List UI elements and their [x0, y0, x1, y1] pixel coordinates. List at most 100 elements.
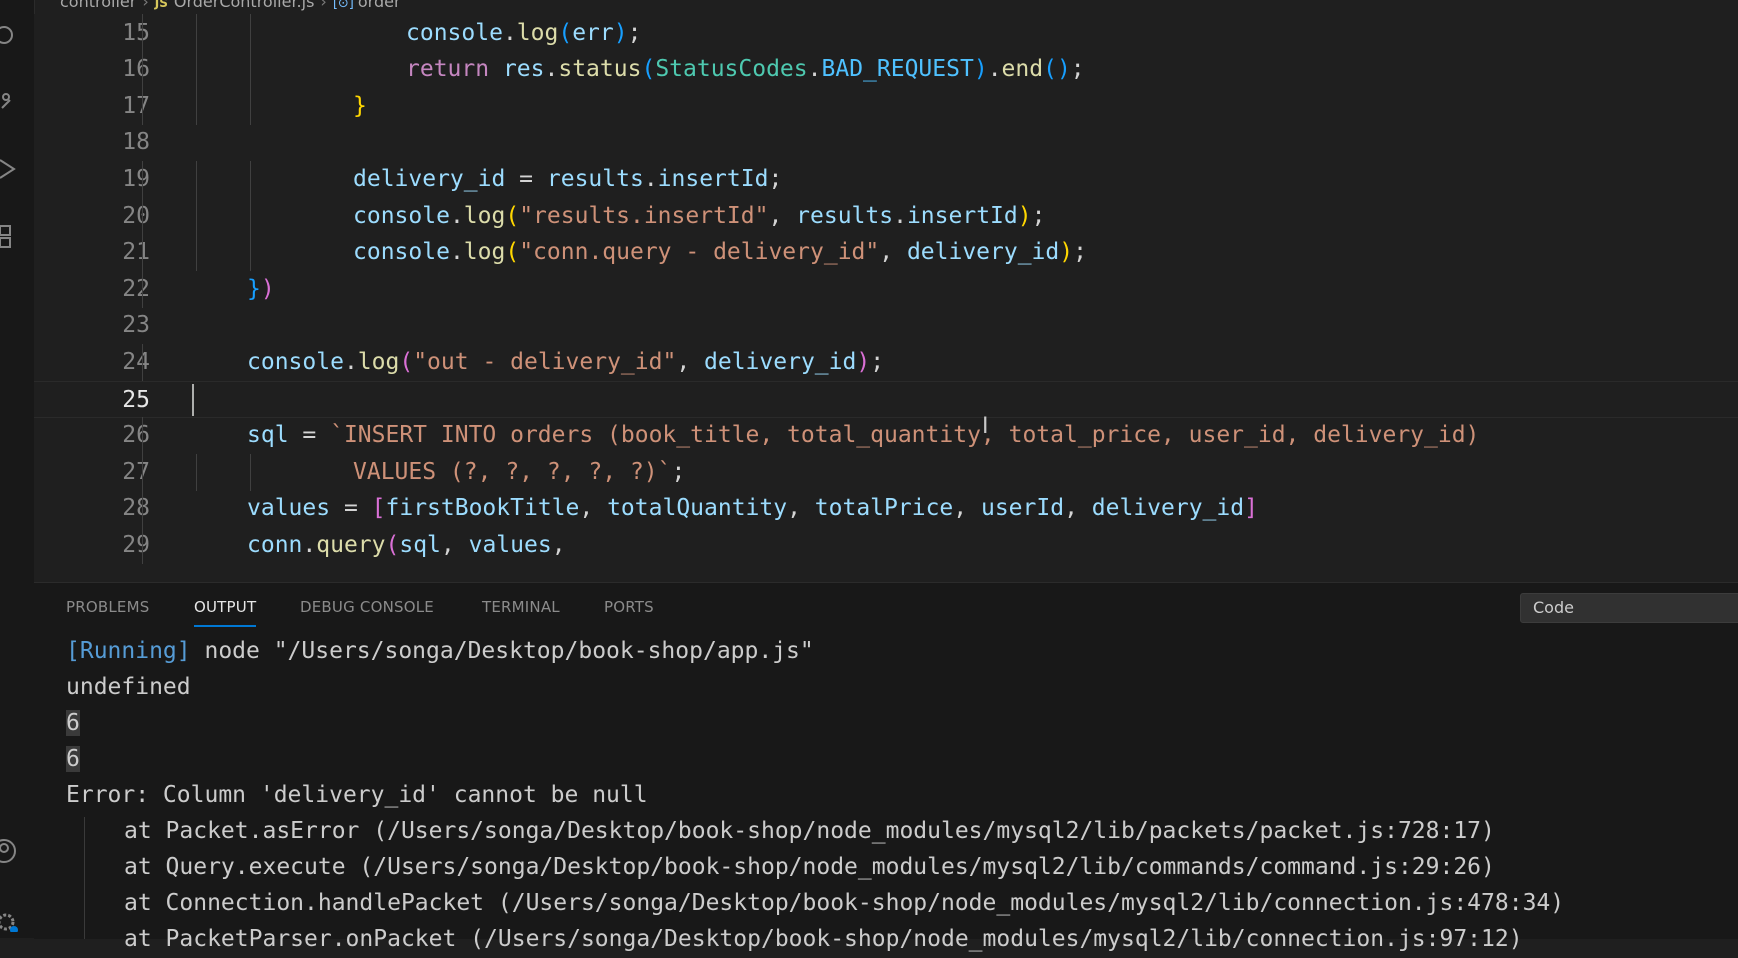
- line-number: 15: [122, 19, 150, 46]
- indent-guide: [142, 51, 143, 89]
- indent-guide: [142, 197, 143, 235]
- search-icon[interactable]: [0, 22, 22, 48]
- line-number: 26: [122, 422, 150, 449]
- code-line[interactable]: 18: [34, 124, 1738, 161]
- indent-guide: [250, 161, 251, 198]
- extensions-icon[interactable]: [0, 224, 22, 250]
- source-control-icon[interactable]: [0, 88, 22, 114]
- line-number: 16: [122, 56, 150, 83]
- text-cursor-icon: I: [982, 414, 989, 439]
- stack-trace-line: at PacketParser.onPacket (/Users/songa/D…: [124, 926, 1523, 952]
- stack-trace-line: at Query.execute (/Users/songa/Desktop/b…: [124, 854, 1495, 880]
- code-text: values = [firstBookTitle, totalQuantity,…: [247, 495, 1258, 522]
- text-cursor: [192, 383, 194, 416]
- activity-bar: [0, 0, 35, 938]
- settings-icon[interactable]: [0, 906, 22, 932]
- account-icon[interactable]: [0, 838, 22, 864]
- tab-output[interactable]: OUTPUT: [194, 583, 257, 631]
- indent-guide: [250, 197, 251, 235]
- indent-guide: [196, 14, 197, 52]
- line-number: 20: [122, 202, 150, 229]
- tab-debug-console[interactable]: DEBUG CONSOLE: [300, 583, 434, 631]
- indent-guide: [250, 87, 251, 125]
- indent-guide: [142, 417, 143, 455]
- panel-tab-bar: PROBLEMS OUTPUT DEBUG CONSOLE TERMINAL P…: [34, 583, 1738, 631]
- indent-guide: [142, 527, 143, 564]
- code-line[interactable]: 24 console.log("out - delivery_id", deliv…: [34, 344, 1738, 381]
- code-text: console.log("out - delivery_id", deliver…: [247, 349, 885, 375]
- stack-trace-line: at Connection.handlePacket (/Users/songa…: [124, 890, 1565, 916]
- code-line[interactable]: 19 delivery_id = results.insertId;: [34, 161, 1738, 198]
- breadcrumb-folder[interactable]: controller: [60, 0, 136, 11]
- output-undefined-line: undefined: [66, 674, 191, 700]
- code-line[interactable]: 16 return res.status(StatusCodes.BAD_REQU…: [34, 51, 1738, 89]
- code-line[interactable]: 28 values = [firstBookTitle, totalQuantit…: [34, 490, 1738, 528]
- code-text: delivery_id = results.insertId;: [353, 166, 783, 192]
- bottom-panel: PROBLEMS OUTPUT DEBUG CONSOLE TERMINAL P…: [34, 582, 1738, 952]
- code-line[interactable]: 22}): [34, 270, 1738, 308]
- stack-trace-line: at Packet.asError (/Users/songa/Desktop/…: [124, 818, 1495, 844]
- breadcrumb-symbol[interactable]: order: [358, 0, 401, 11]
- line-number: 19: [122, 166, 150, 192]
- code-text: conn.query(sql, values,: [247, 532, 566, 558]
- code-line[interactable]: 17}: [34, 87, 1738, 125]
- code-editor[interactable]: 14if (err) {15console.log(err);16return …: [34, 14, 1738, 582]
- indent-guide: [142, 344, 143, 381]
- breadcrumb: controller › JS OrderController.js › [⊙] order: [60, 0, 401, 12]
- code-text: }): [247, 275, 275, 302]
- indent-guide: [196, 197, 197, 235]
- run-debug-icon[interactable]: [0, 156, 22, 182]
- indent-guide: [250, 51, 251, 89]
- running-command: node "/Users/songa/Desktop/book-shop/app…: [190, 638, 814, 664]
- tab-terminal[interactable]: TERMINAL: [482, 583, 560, 631]
- code-line[interactable]: 26 sql = `INSERT INTO orders (book_title,…: [34, 417, 1738, 455]
- code-text: return res.status(StatusCodes.BAD_REQUES…: [406, 56, 1085, 83]
- indent-guide: [142, 87, 143, 125]
- tab-problems[interactable]: PROBLEMS: [66, 583, 149, 631]
- indent-guide: [142, 270, 143, 308]
- indent-guide: [142, 453, 143, 491]
- indent-guide: [142, 14, 143, 52]
- indent-guide: [142, 490, 143, 528]
- line-number: 21: [122, 239, 150, 266]
- indent-guide: [196, 161, 197, 198]
- chevron-right-icon: ›: [142, 0, 149, 11]
- code-text: console.log("conn.query - delivery_id", …: [353, 239, 1087, 266]
- running-tag: [Running]: [66, 638, 191, 664]
- variable-symbol-icon: [⊙]: [332, 0, 354, 11]
- javascript-file-icon: JS: [154, 0, 168, 10]
- code-text: sql = `INSERT INTO orders (book_title, t…: [247, 422, 1480, 449]
- line-number: 25: [122, 386, 150, 413]
- code-line[interactable]: 15 console.log(err);: [34, 14, 1738, 52]
- code-line[interactable]: 20 console.log("results.insertId", result…: [34, 197, 1738, 235]
- output-running-line: [Running] node "/Users/songa/Desktop/boo…: [66, 633, 814, 670]
- code-text: VALUES (?, ?, ?, ?, ?)`;: [353, 458, 686, 485]
- breadcrumb-file[interactable]: OrderController.js: [174, 0, 315, 11]
- tab-ports[interactable]: PORTS: [604, 583, 654, 631]
- output-value-line: 6: [66, 705, 80, 742]
- indent-guide: [196, 453, 197, 491]
- line-number: 27: [122, 458, 150, 485]
- output-value-line: 6: [66, 741, 80, 778]
- indent-guide: [250, 453, 251, 491]
- output-value: 6: [66, 746, 80, 772]
- indent-guide: [142, 234, 143, 272]
- code-line[interactable]: 25: [34, 380, 1738, 418]
- indent-guide: [196, 234, 197, 272]
- indent-guide: [196, 51, 197, 89]
- output-channel-select[interactable]: Code: [1520, 593, 1738, 623]
- line-number: 18: [122, 129, 150, 156]
- code-line[interactable]: 27 VALUES (?, ?, ?, ?, ?)`;: [34, 453, 1738, 491]
- code-text: console.log(err);: [406, 19, 642, 46]
- chevron-right-icon: ›: [320, 0, 327, 11]
- output-value: 6: [66, 710, 80, 736]
- indent-guide: [142, 161, 143, 198]
- line-number: 29: [122, 532, 150, 558]
- line-number: 17: [122, 92, 150, 119]
- code-line[interactable]: 21 console.log("conn.query - delivery_id"…: [34, 234, 1738, 272]
- code-line[interactable]: 29 conn.query(sql, values,: [34, 527, 1738, 564]
- code-text: console.log("results.insertId", results.…: [353, 202, 1046, 229]
- indent-guide: [250, 14, 251, 52]
- output-error-line: Error: Column 'delivery_id' cannot be nu…: [66, 782, 648, 808]
- code-line[interactable]: 23: [34, 307, 1738, 344]
